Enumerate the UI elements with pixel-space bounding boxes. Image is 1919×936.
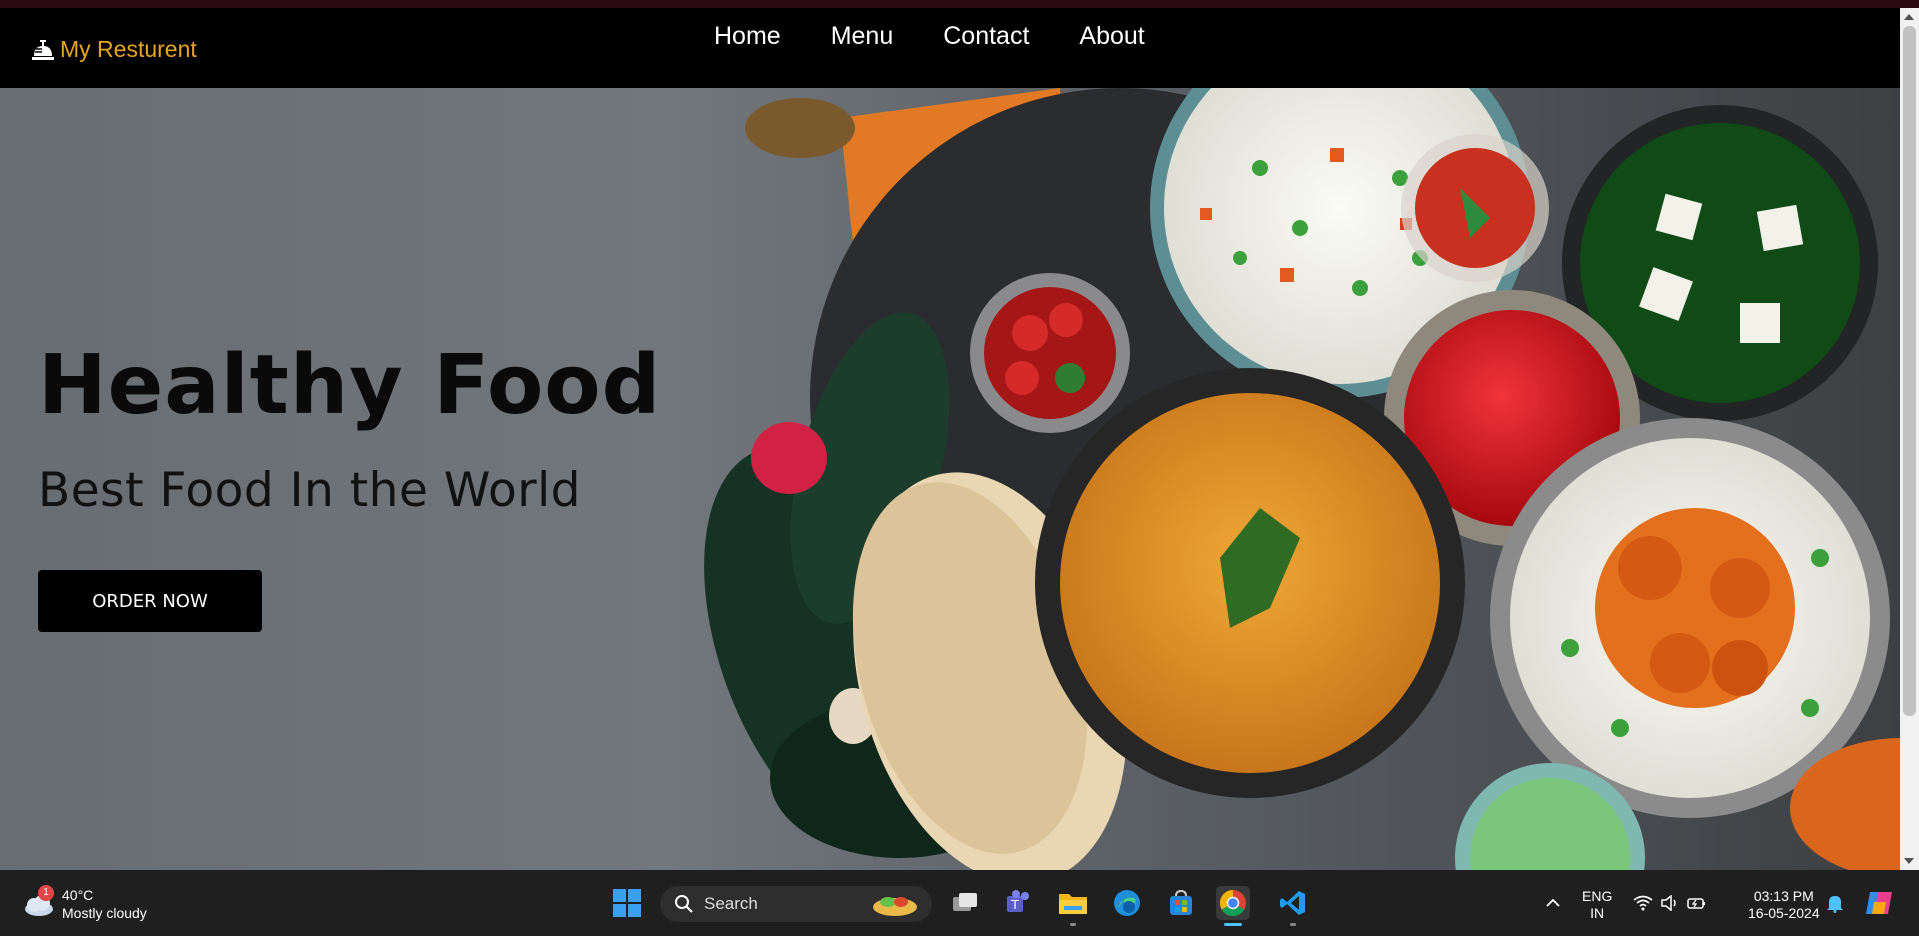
language-code: ENG: [1582, 888, 1613, 904]
active-indicator: [1224, 923, 1242, 926]
edge-browser-icon: [1114, 890, 1140, 916]
scroll-up-arrow-icon[interactable]: [1904, 14, 1914, 20]
taco-search-highlight-icon: [873, 897, 917, 916]
weather-description: Mostly cloudy: [62, 905, 147, 921]
teams-icon: T: [1007, 890, 1029, 912]
copilot-button[interactable]: [1862, 886, 1896, 920]
teams-button[interactable]: T: [1002, 886, 1036, 920]
scroll-thumb[interactable]: [1903, 26, 1916, 716]
language-indicator[interactable]: ENG IN: [1582, 888, 1612, 922]
vscode-button[interactable]: [1276, 886, 1310, 926]
top-strip: [0, 0, 1919, 8]
weather-temperature: 40°C: [62, 887, 94, 903]
nav-links: Home Menu Contact About: [714, 22, 1145, 51]
svg-text:T: T: [1010, 898, 1019, 912]
cloud-icon: 1: [22, 885, 54, 919]
brand-name: My Resturent: [60, 36, 197, 62]
taskbar-search[interactable]: Search: [660, 886, 932, 922]
volume-icon: [1661, 895, 1676, 911]
weather-notification-badge: 1: [38, 885, 54, 901]
vertical-scrollbar[interactable]: [1900, 8, 1919, 870]
running-indicator: [1290, 923, 1296, 926]
navbar: My Resturent Home Menu Contact About: [0, 8, 1900, 88]
nav-link-about[interactable]: About: [1079, 22, 1144, 51]
start-button[interactable]: [610, 886, 644, 920]
hero-title: Healthy Food: [38, 338, 662, 433]
chevron-up-icon: [1546, 898, 1560, 907]
bell-icon: [1827, 896, 1843, 913]
show-hidden-icons-button[interactable]: [1536, 886, 1570, 920]
notifications-button[interactable]: [1818, 886, 1852, 920]
edge-button[interactable]: [1110, 886, 1144, 920]
copilot-icon: [1866, 892, 1892, 914]
nav-link-home[interactable]: Home: [714, 22, 781, 51]
chrome-browser-icon: [1219, 889, 1246, 917]
vscode-icon: [1280, 891, 1305, 915]
search-icon: [675, 895, 693, 913]
file-explorer-button[interactable]: [1056, 886, 1090, 926]
clock-time: 03:13 PM: [1753, 888, 1814, 904]
cloche-icon: [32, 39, 54, 60]
chrome-button[interactable]: [1216, 886, 1250, 926]
hero-subtitle: Best Food In the World: [38, 463, 582, 518]
brand-logo[interactable]: My Resturent: [30, 36, 197, 63]
windows-taskbar: 1 40°C Mostly cloudy Search T ENG IN 03:…: [0, 870, 1919, 936]
task-view-button[interactable]: [948, 886, 982, 920]
search-label: Search: [704, 894, 758, 913]
scroll-down-arrow-icon[interactable]: [1904, 858, 1914, 864]
clock[interactable]: 03:13 PM 16-05-2024: [1748, 888, 1820, 922]
clock-date: 16-05-2024: [1748, 905, 1820, 921]
order-now-button[interactable]: ORDER NOW: [38, 570, 262, 632]
store-bag-icon: [1170, 889, 1192, 915]
nav-link-contact[interactable]: Contact: [943, 22, 1029, 51]
wifi-icon: [1633, 895, 1653, 911]
windows-logo-icon: [613, 889, 641, 917]
nav-link-menu[interactable]: Menu: [831, 22, 894, 51]
quick-settings-button[interactable]: [1630, 886, 1710, 920]
food-spread-image: [704, 88, 1900, 870]
hero-section: Healthy Food Best Food In the World ORDE…: [0, 88, 1900, 870]
folder-icon: [1059, 894, 1087, 914]
task-view-icon: [953, 893, 977, 911]
battery-charging-icon: [1687, 898, 1705, 909]
running-indicator: [1070, 923, 1076, 926]
weather-widget[interactable]: 1 40°C Mostly cloudy: [22, 885, 147, 922]
region-code: IN: [1590, 905, 1605, 921]
microsoft-store-button[interactable]: [1164, 886, 1198, 920]
